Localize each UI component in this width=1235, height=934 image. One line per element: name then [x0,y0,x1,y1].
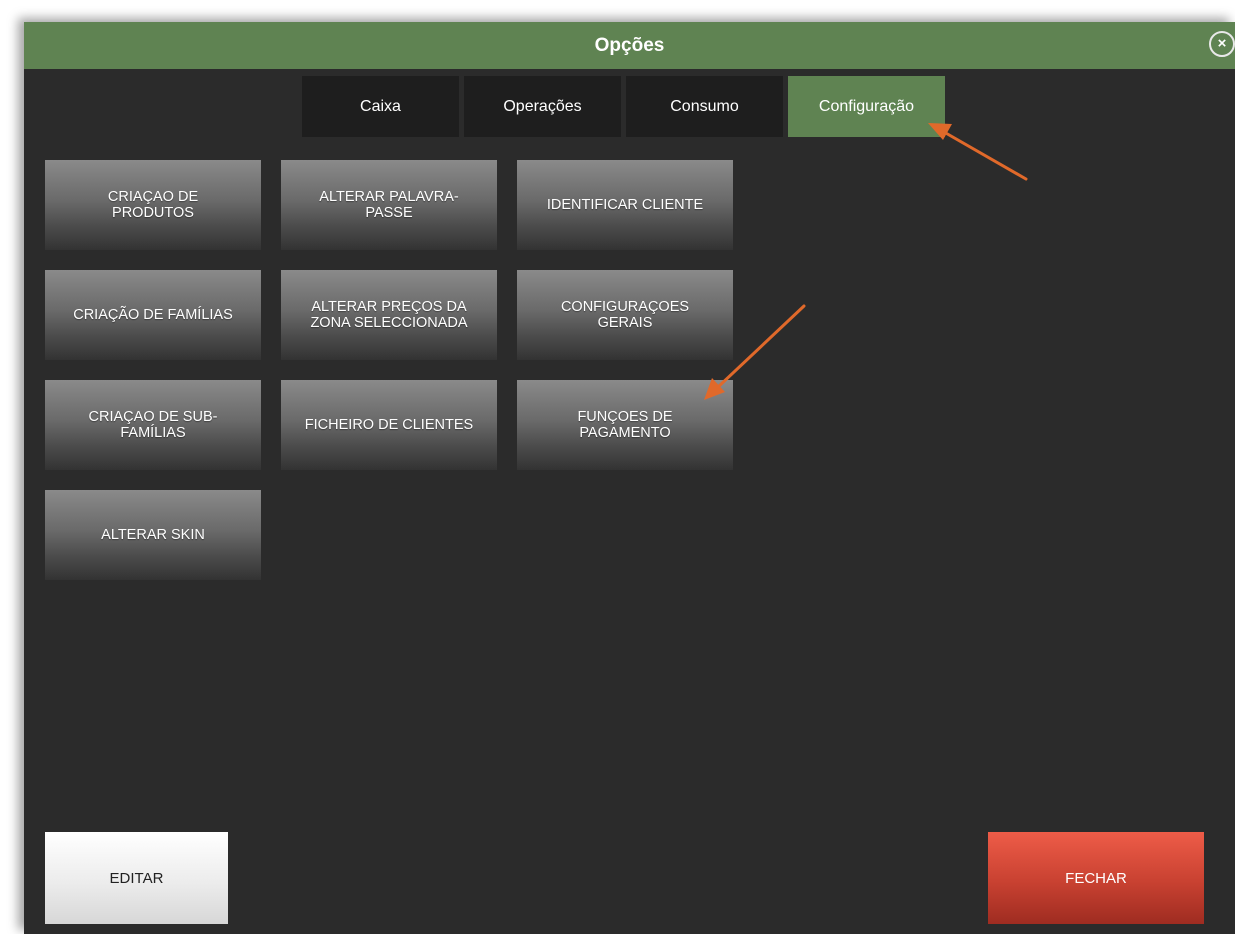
tab-bar: Caixa Operações Consumo Configuração [302,76,945,137]
close-button[interactable]: FECHAR [988,832,1204,924]
identificar-cliente-button[interactable]: IDENTIFICAR CLIENTE [517,160,733,250]
alterar-skin-button[interactable]: ALTERAR SKIN [45,490,261,580]
criacao-familias-button[interactable]: CRIAÇÃO DE FAMÍLIAS [45,270,261,360]
edit-button[interactable]: EDITAR [45,832,228,924]
tab-consumo[interactable]: Consumo [626,76,783,137]
options-grid: CRIAÇAO DE PRODUTOS ALTERAR PALAVRA- PAS… [45,160,745,590]
close-icon[interactable]: × [1209,31,1235,57]
tab-operacoes[interactable]: Operações [464,76,621,137]
alterar-precos-zona-button[interactable]: ALTERAR PREÇOS DA ZONA SELECCIONADA [281,270,497,360]
criacao-subfamilias-button[interactable]: CRIAÇAO DE SUB- FAMÍLIAS [45,380,261,470]
configuracoes-gerais-button[interactable]: CONFIGURAÇOES GERAIS [517,270,733,360]
screenshot-frame: Opções × Caixa Operações Consumo Configu… [0,0,1235,934]
tab-caixa[interactable]: Caixa [302,76,459,137]
ficheiro-clientes-button[interactable]: FICHEIRO DE CLIENTES [281,380,497,470]
alterar-palavra-passe-button[interactable]: ALTERAR PALAVRA- PASSE [281,160,497,250]
window-title: Opções [594,34,665,56]
funcoes-pagamento-button[interactable]: FUNÇOES DE PAGAMENTO [517,380,733,470]
options-window: Opções × Caixa Operações Consumo Configu… [24,22,1235,934]
criacao-produtos-button[interactable]: CRIAÇAO DE PRODUTOS [45,160,261,250]
title-bar: Opções × [24,22,1235,69]
tab-configuracao[interactable]: Configuração [788,76,945,137]
